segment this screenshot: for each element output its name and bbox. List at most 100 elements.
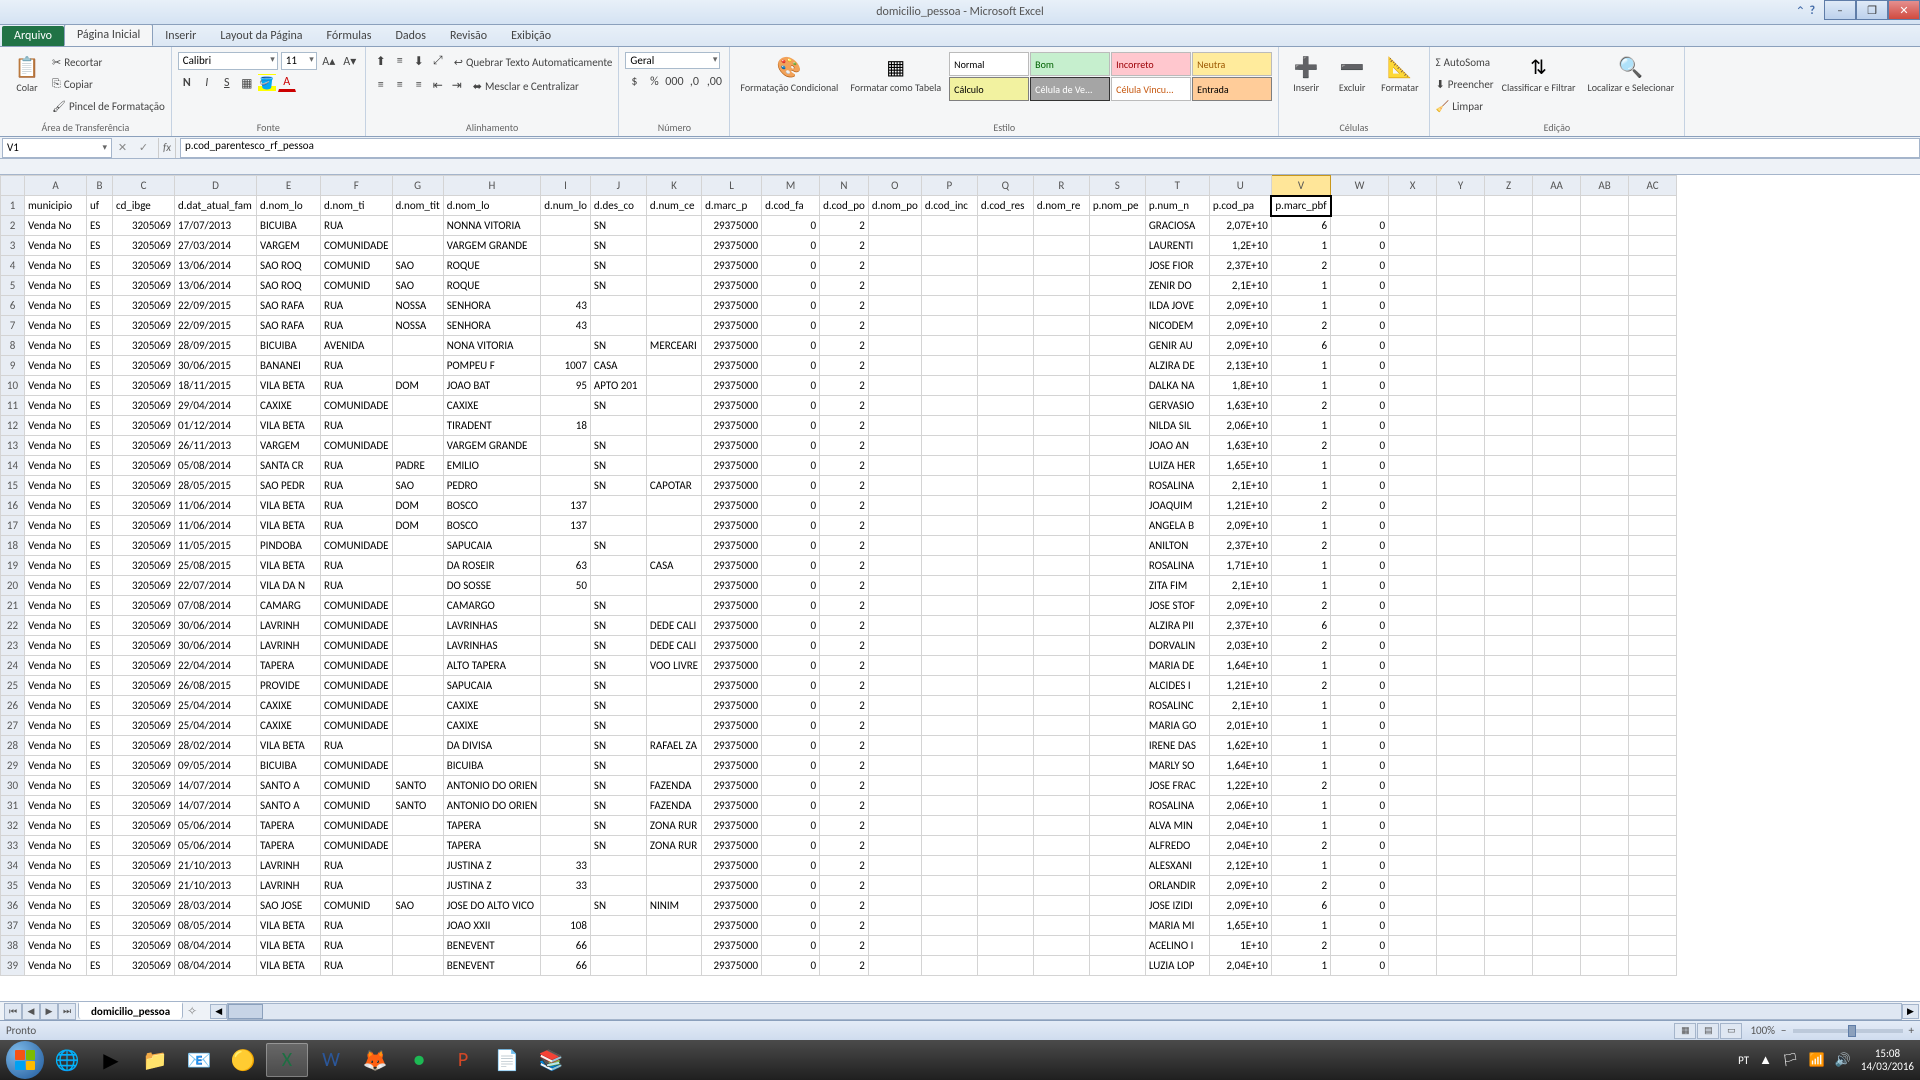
cell-E39[interactable]: VILA BETA xyxy=(257,956,321,976)
col-header-U[interactable]: U xyxy=(1209,176,1271,196)
maximize-button[interactable]: ❐ xyxy=(1856,0,1888,20)
cell-Z28[interactable] xyxy=(1485,736,1533,756)
cell-AC2[interactable] xyxy=(1629,216,1677,236)
cell-T33[interactable]: ALFREDO xyxy=(1145,836,1209,856)
cell-G15[interactable]: SAO xyxy=(392,476,443,496)
cell-O24[interactable] xyxy=(868,656,921,676)
cell-A1[interactable]: municipio xyxy=(25,196,87,216)
tab-formulas[interactable]: Fórmulas xyxy=(315,26,384,46)
cell-M27[interactable]: 0 xyxy=(762,716,820,736)
cell-A7[interactable]: Venda No xyxy=(25,316,87,336)
cell-C12[interactable]: 3205069 xyxy=(113,416,175,436)
cell-G30[interactable]: SANTO xyxy=(392,776,443,796)
cell-H5[interactable]: ROQUE xyxy=(443,276,540,296)
col-header-L[interactable]: L xyxy=(702,176,762,196)
cell-B19[interactable]: ES xyxy=(87,556,113,576)
cell-Q12[interactable] xyxy=(977,416,1033,436)
cell-AA24[interactable] xyxy=(1533,656,1581,676)
style-verificacao[interactable]: Célula de Ve... xyxy=(1030,77,1110,101)
cell-U25[interactable]: 1,21E+10 xyxy=(1209,676,1271,696)
cell-Y9[interactable] xyxy=(1437,356,1485,376)
cell-T13[interactable]: JOAO AN xyxy=(1145,436,1209,456)
cell-AB33[interactable] xyxy=(1581,836,1629,856)
cell-X23[interactable] xyxy=(1389,636,1437,656)
cell-W34[interactable]: 0 xyxy=(1331,856,1389,876)
cell-T10[interactable]: DALKA NA xyxy=(1145,376,1209,396)
cell-T24[interactable]: MARIA DE xyxy=(1145,656,1209,676)
cell-G2[interactable] xyxy=(392,216,443,236)
cell-S29[interactable] xyxy=(1089,756,1145,776)
cell-G38[interactable] xyxy=(392,936,443,956)
col-header-H[interactable]: H xyxy=(443,176,540,196)
zoom-out-icon[interactable]: − xyxy=(1781,1024,1786,1037)
cell-O5[interactable] xyxy=(868,276,921,296)
cell-U27[interactable]: 2,01E+10 xyxy=(1209,716,1271,736)
cell-F38[interactable]: RUA xyxy=(321,936,393,956)
cell-J16[interactable] xyxy=(590,496,646,516)
cell-Q34[interactable] xyxy=(977,856,1033,876)
cell-A26[interactable]: Venda No xyxy=(25,696,87,716)
cell-AA13[interactable] xyxy=(1533,436,1581,456)
cell-Z24[interactable] xyxy=(1485,656,1533,676)
inc-decimal-icon[interactable]: ,0 xyxy=(685,73,703,91)
cell-O12[interactable] xyxy=(868,416,921,436)
cell-V10[interactable]: 1 xyxy=(1271,376,1330,396)
cell-P28[interactable] xyxy=(921,736,977,756)
cell-E30[interactable]: SANTO A xyxy=(257,776,321,796)
cell-U2[interactable]: 2,07E+10 xyxy=(1209,216,1271,236)
cell-R30[interactable] xyxy=(1033,776,1089,796)
cell-J30[interactable]: SN xyxy=(590,776,646,796)
cell-U30[interactable]: 1,22E+10 xyxy=(1209,776,1271,796)
cell-D6[interactable]: 22/09/2015 xyxy=(175,296,257,316)
cell-A5[interactable]: Venda No xyxy=(25,276,87,296)
cell-U12[interactable]: 2,06E+10 xyxy=(1209,416,1271,436)
cell-U28[interactable]: 1,62E+10 xyxy=(1209,736,1271,756)
cell-AB6[interactable] xyxy=(1581,296,1629,316)
cell-J6[interactable] xyxy=(590,296,646,316)
cell-Y29[interactable] xyxy=(1437,756,1485,776)
cancel-formula-icon[interactable]: ✕ xyxy=(118,141,127,154)
horizontal-scrollbar[interactable]: ◀ ▶ xyxy=(227,1003,1902,1020)
cell-Y28[interactable] xyxy=(1437,736,1485,756)
cell-E26[interactable]: CAXIXE xyxy=(257,696,321,716)
cell-N38[interactable]: 2 xyxy=(820,936,869,956)
cell-AC21[interactable] xyxy=(1629,596,1677,616)
cell-Z23[interactable] xyxy=(1485,636,1533,656)
cell-D3[interactable]: 27/03/2014 xyxy=(175,236,257,256)
cell-AB2[interactable] xyxy=(1581,216,1629,236)
cell-N5[interactable]: 2 xyxy=(820,276,869,296)
cell-J19[interactable] xyxy=(590,556,646,576)
cell-M37[interactable]: 0 xyxy=(762,916,820,936)
cell-R32[interactable] xyxy=(1033,816,1089,836)
cell-W11[interactable]: 0 xyxy=(1331,396,1389,416)
cell-S38[interactable] xyxy=(1089,936,1145,956)
cell-Q9[interactable] xyxy=(977,356,1033,376)
indent-inc-icon[interactable]: ⇥ xyxy=(448,76,466,94)
row-header-7[interactable]: 7 xyxy=(1,316,25,336)
cell-U16[interactable]: 1,21E+10 xyxy=(1209,496,1271,516)
cell-Y24[interactable] xyxy=(1437,656,1485,676)
cell-L1[interactable]: d.marc_p xyxy=(702,196,762,216)
cell-E5[interactable]: SAO ROQ xyxy=(257,276,321,296)
col-header-P[interactable]: P xyxy=(921,176,977,196)
cut-button[interactable]: ✂Recortar xyxy=(52,52,165,72)
cell-W2[interactable]: 0 xyxy=(1331,216,1389,236)
cell-B8[interactable]: ES xyxy=(87,336,113,356)
cell-S16[interactable] xyxy=(1089,496,1145,516)
cell-S1[interactable]: p.nom_pe xyxy=(1089,196,1145,216)
cell-I22[interactable] xyxy=(541,616,591,636)
cell-X32[interactable] xyxy=(1389,816,1437,836)
cell-P23[interactable] xyxy=(921,636,977,656)
cell-L2[interactable]: 29375000 xyxy=(702,216,762,236)
cell-AA31[interactable] xyxy=(1533,796,1581,816)
cell-Z30[interactable] xyxy=(1485,776,1533,796)
cell-O27[interactable] xyxy=(868,716,921,736)
cell-E4[interactable]: SAO ROQ xyxy=(257,256,321,276)
cell-T18[interactable]: ANILTON xyxy=(1145,536,1209,556)
cell-Q33[interactable] xyxy=(977,836,1033,856)
cell-W13[interactable]: 0 xyxy=(1331,436,1389,456)
cell-A4[interactable]: Venda No xyxy=(25,256,87,276)
cell-B23[interactable]: ES xyxy=(87,636,113,656)
cell-E16[interactable]: VILA BETA xyxy=(257,496,321,516)
cell-I13[interactable] xyxy=(541,436,591,456)
